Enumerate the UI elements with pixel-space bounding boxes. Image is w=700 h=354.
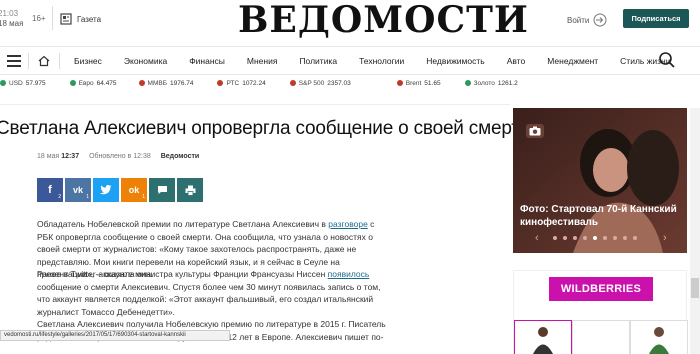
login-icon <box>593 13 607 27</box>
source-link[interactable]: появилось <box>328 269 370 279</box>
article-paragraph: Ранее в Twitter-аккаунте министра культу… <box>37 269 381 317</box>
gazeta-label: Газета <box>77 14 102 24</box>
nav-item-business[interactable]: Бизнес <box>74 56 102 66</box>
age-rating: 16+ <box>32 14 46 23</box>
ticker-item[interactable]: Brent 51.65 <box>396 80 441 87</box>
down-indicator <box>289 80 296 86</box>
share-twitter-button[interactable] <box>93 178 119 202</box>
wildberries-logo: WILDBERRIES <box>549 277 653 301</box>
article-headline: Светлана Алексиевич опровергла сообщение… <box>0 118 531 139</box>
share-count: 1 <box>142 194 145 200</box>
nav-item-auto[interactable]: Авто <box>507 56 526 66</box>
ticker-item[interactable]: Золото 1261.2 <box>464 80 518 87</box>
search-icon[interactable] <box>658 51 676 74</box>
article-source[interactable]: Ведомости <box>161 153 199 160</box>
publish-datetime: 18 мая 12:37 <box>37 153 80 160</box>
carousel-dot[interactable] <box>603 236 607 240</box>
carousel-dot[interactable] <box>563 236 567 240</box>
nav-item-finance[interactable]: Финансы <box>189 56 225 66</box>
updated-time: Обновлено в 12:38 <box>89 153 151 160</box>
print-icon <box>185 185 195 196</box>
share-ok-button[interactable]: ok 1 <box>121 178 147 202</box>
gazeta-link[interactable]: Газета <box>60 13 101 25</box>
nav-item-technology[interactable]: Технологии <box>359 56 404 66</box>
divider <box>0 104 510 105</box>
ticker-item[interactable]: Евро 64.475 <box>69 80 117 87</box>
source-link[interactable]: разговоре <box>328 219 368 229</box>
down-indicator <box>217 80 224 86</box>
divider <box>0 74 700 75</box>
date-time: 21:03 <box>0 9 19 18</box>
newspaper-icon <box>60 13 72 25</box>
promo-caption: Фото: Стартовал 70-й Каннский кинофестив… <box>520 204 677 228</box>
nav-item-opinions[interactable]: Мнения <box>247 56 278 66</box>
date-day: 18 мая <box>0 19 24 28</box>
carousel-dot[interactable] <box>633 236 637 240</box>
up-indicator <box>0 80 6 86</box>
facebook-icon: f <box>48 184 52 196</box>
ok-icon: ok <box>128 185 140 195</box>
ticker-item[interactable]: РТС 1072.24 <box>217 80 266 87</box>
ad-product-card[interactable] <box>514 320 572 354</box>
carousel-dot-active[interactable] <box>593 236 597 240</box>
ticker-item[interactable]: ММВБ 1976.74 <box>138 80 193 87</box>
scrollbar[interactable] <box>690 108 700 354</box>
carousel-dot[interactable] <box>583 236 587 240</box>
ticker-item[interactable]: USD 57.975 <box>0 80 46 87</box>
nav-item-politics[interactable]: Политика <box>299 56 337 66</box>
carousel-dot[interactable] <box>573 236 577 240</box>
share-bar: f2 vk 1 ok 1 <box>37 178 203 202</box>
login-label: Войти <box>567 15 590 25</box>
vk-icon: vk <box>72 185 83 195</box>
carousel-dots <box>553 236 637 240</box>
ad-product-card[interactable] <box>630 320 688 354</box>
chevron-right-icon[interactable]: › <box>663 232 667 244</box>
carousel-dot[interactable] <box>553 236 557 240</box>
down-indicator <box>396 80 403 86</box>
ad-product-card[interactable] <box>572 320 630 354</box>
nav-item-economy[interactable]: Экономика <box>124 56 167 66</box>
up-indicator <box>69 80 76 86</box>
down-indicator <box>138 80 145 86</box>
wildberries-ad[interactable]: WILDBERRIES <box>513 270 688 354</box>
date-block: 21:03 18 мая <box>0 9 23 29</box>
article-meta: 18 мая 12:37 Обновлено в 12:38 Ведомости <box>37 153 199 160</box>
print-button[interactable] <box>177 178 203 202</box>
comment-icon <box>157 186 167 194</box>
carousel-dot[interactable] <box>623 236 627 240</box>
share-vk-button[interactable]: vk 1 <box>65 178 91 202</box>
up-indicator <box>464 80 471 86</box>
scrollbar-thumb[interactable] <box>691 278 699 298</box>
chevron-left-icon[interactable]: ‹ <box>535 232 539 244</box>
nav-item-realty[interactable]: Недвижимость <box>426 56 484 66</box>
carousel-dot[interactable] <box>613 236 617 240</box>
status-bar-url: vedomosti.ru/lifestyle/galleries/2017/05… <box>0 330 230 341</box>
nav-item-management[interactable]: Менеджмент <box>547 56 598 66</box>
ticker-item[interactable]: S&P 500 2357.03 <box>289 80 351 87</box>
comments-button[interactable] <box>149 178 175 202</box>
market-ticker: USD 57.975 Евро 64.475 ММВБ 1976.74 РТС 1072… <box>0 77 700 89</box>
share-facebook-button[interactable]: f2 <box>37 178 63 202</box>
nav-items: Бизнес Экономика Финансы Мнения Политика… <box>60 56 670 66</box>
divider <box>52 6 53 30</box>
subscribe-button[interactable]: Подписаться <box>623 9 689 28</box>
share-count: 1 <box>86 194 89 200</box>
login-link[interactable]: Войти <box>567 13 607 27</box>
photo-gallery-promo[interactable]: Фото: Стартовал 70-й Каннский кинофестив… <box>513 108 687 253</box>
menu-icon[interactable] <box>0 47 28 74</box>
twitter-icon <box>100 185 112 195</box>
share-count: 2 <box>58 194 61 200</box>
home-icon[interactable] <box>29 55 59 67</box>
site-logo[interactable]: ВЕДОМОСТИ <box>238 0 529 40</box>
main-nav: Бизнес Экономика Финансы Мнения Политика… <box>0 47 700 74</box>
camera-icon <box>526 124 544 138</box>
